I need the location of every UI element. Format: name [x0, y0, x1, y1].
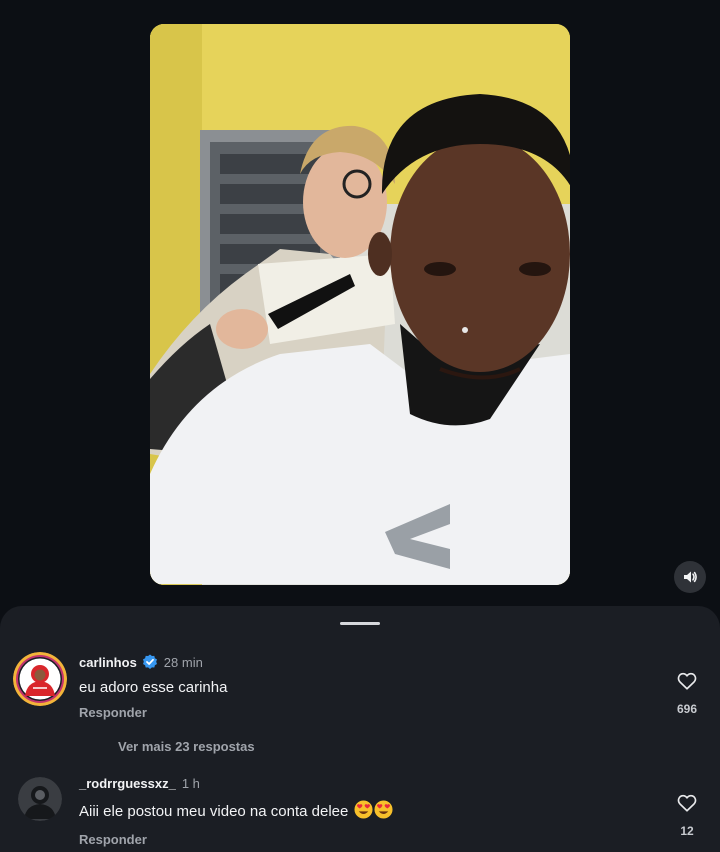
reel-video-area[interactable]	[0, 0, 720, 608]
like-count: 12	[680, 824, 694, 838]
heart-eyes-emoji	[354, 800, 373, 823]
like-button[interactable]: 12	[667, 794, 707, 838]
comment-item: carlinhos 28 min eu adoro esse carinha R…	[0, 650, 720, 770]
heart-eyes-emoji	[374, 800, 393, 823]
avatar-image	[18, 777, 62, 821]
verified-badge-icon	[142, 654, 158, 670]
heart-icon	[677, 672, 697, 690]
video-frame-illustration	[150, 24, 570, 585]
mute-button[interactable]	[674, 561, 706, 593]
comment-text-line: Aiii ele postou meu video na conta delee	[79, 800, 393, 823]
reply-button[interactable]: Responder	[79, 832, 393, 847]
reply-button[interactable]: Responder	[79, 705, 227, 720]
drag-handle[interactable]	[340, 622, 380, 625]
comment-time: 1 h	[181, 775, 200, 791]
speaker-icon	[684, 571, 697, 583]
avatar[interactable]	[13, 652, 67, 706]
like-count: 696	[676, 702, 698, 716]
reel-video[interactable]	[150, 24, 570, 585]
comment-text: Aiii ele postou meu video na conta delee	[79, 803, 349, 820]
comment-username[interactable]: _rodrrguessxz_	[79, 776, 176, 791]
comment-time: 28 min	[163, 654, 203, 670]
comment-item: _rodrrguessxz_ 1 h Aiii ele postou meu v…	[0, 772, 720, 852]
avatar[interactable]	[18, 777, 62, 821]
avatar-image	[13, 652, 67, 706]
like-button[interactable]: 696	[667, 672, 707, 716]
comment-text: eu adoro esse carinha	[79, 679, 228, 696]
comment-username[interactable]: carlinhos	[79, 655, 137, 670]
view-more-replies-button[interactable]: Ver mais 23 respostas	[118, 739, 255, 754]
comments-sheet: carlinhos 28 min eu adoro esse carinha R…	[0, 606, 720, 852]
heart-icon	[677, 794, 697, 812]
